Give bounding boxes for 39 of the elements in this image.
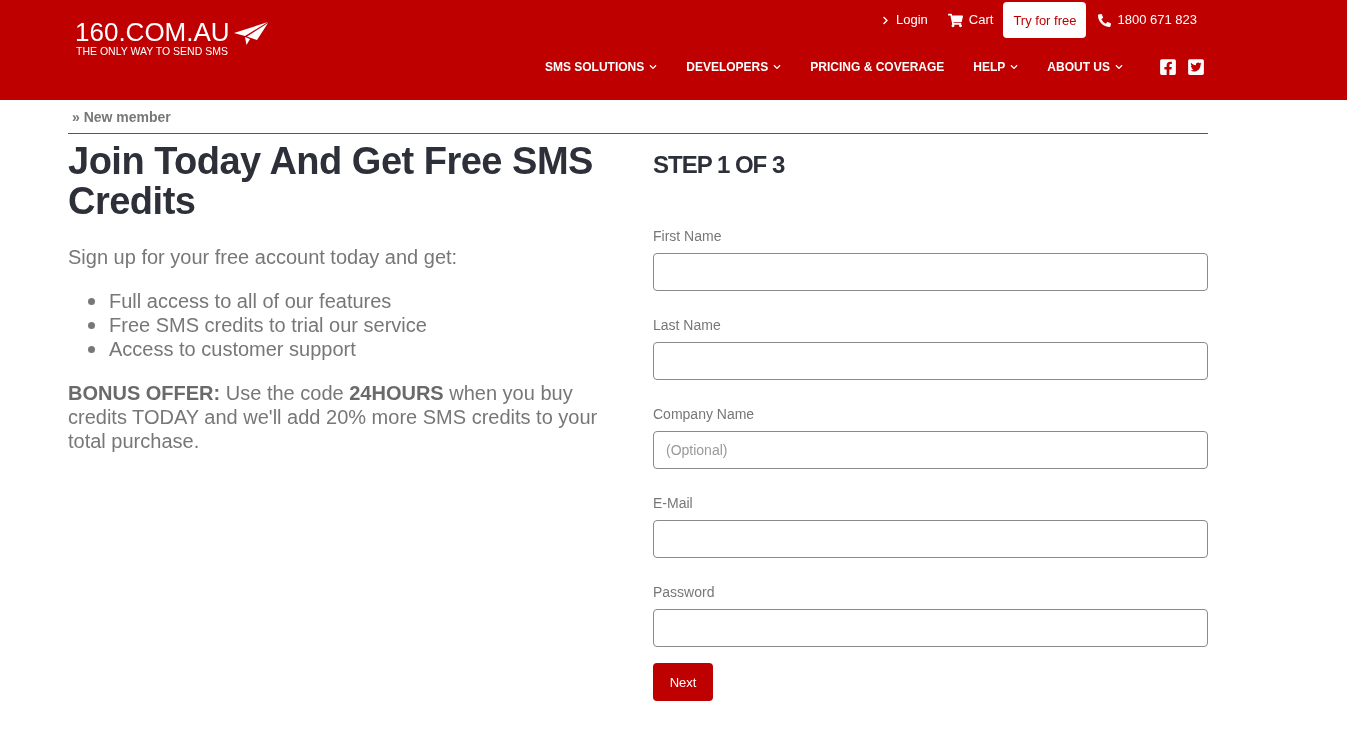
input-field[interactable]	[653, 520, 1208, 558]
facebook-icon[interactable]	[1159, 58, 1177, 76]
phone-link[interactable]: 1800 671 823	[1098, 12, 1197, 28]
next-button[interactable]: Next	[653, 663, 713, 701]
nav-link[interactable]: HELP	[973, 59, 1019, 75]
input-field[interactable]	[653, 342, 1208, 380]
try-for-free-button[interactable]: Try for free	[1003, 2, 1087, 38]
chevron-right-icon	[881, 15, 890, 25]
nav-link[interactable]: DEVELOPERS	[686, 59, 782, 75]
field-label: Password	[653, 583, 715, 602]
input-field[interactable]	[653, 609, 1208, 647]
logo-tagline: THE ONLY WAY TO SEND SMS	[76, 45, 229, 58]
feature-text: Full access to all of our features	[109, 289, 392, 313]
page-title: Join Today And Get Free SMS Credits	[68, 141, 594, 221]
login-link[interactable]: Login	[881, 12, 928, 28]
field-label: Last Name	[653, 316, 721, 335]
intro-text: Sign up for your free account today and get:	[68, 245, 459, 269]
step-title: STEP 1 OF 3	[653, 150, 786, 180]
field-label: E-Mail	[653, 494, 693, 513]
field-label: Company Name	[653, 405, 755, 424]
paper-plane-icon	[233, 22, 268, 45]
bonus-offer-text: BONUS OFFER: Use the code 24HOURS when you buy credits TODAY and we'll add 20% more SMS credits to your total purchase.	[68, 381, 599, 453]
feature-text: Free SMS credits to trial our service	[109, 313, 427, 337]
bullet-icon	[88, 297, 95, 305]
nav-link[interactable]: PRICING & COVERAGE	[810, 59, 945, 75]
breadcrumb-text: » New member	[72, 109, 171, 125]
bullet-icon	[88, 321, 95, 329]
cart-icon	[947, 12, 963, 28]
logo-text: 160.COM.AU	[75, 19, 230, 45]
nav-link[interactable]: SMS SOLUTIONS	[544, 59, 658, 75]
phone-icon	[1098, 13, 1112, 27]
nav-link[interactable]: ABOUT US	[1047, 59, 1123, 75]
input-field[interactable]: (Optional)	[653, 431, 1208, 469]
input-field[interactable]	[653, 253, 1208, 291]
feature-text: Access to customer support	[109, 337, 356, 361]
twitter-icon[interactable]	[1187, 58, 1205, 76]
field-label: First Name	[653, 227, 722, 246]
bullet-icon	[88, 345, 95, 353]
cart-link[interactable]: Cart	[947, 12, 994, 28]
